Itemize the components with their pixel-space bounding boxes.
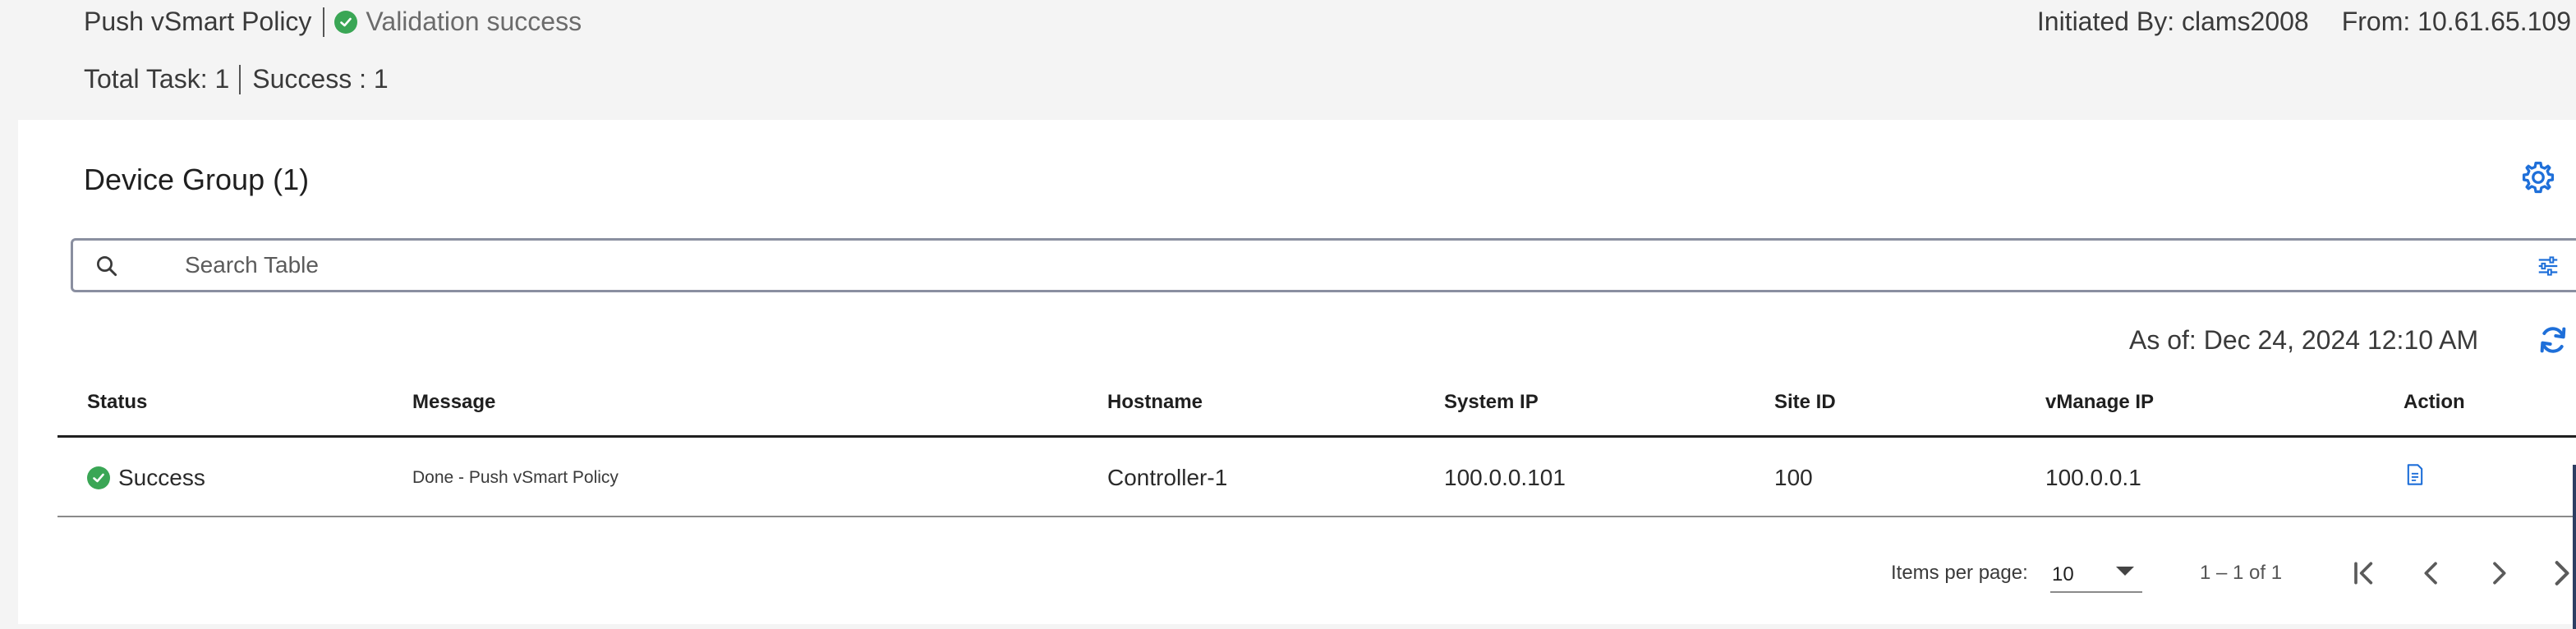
success-count: Success : 1 (252, 64, 389, 94)
validation-status: Validation success (366, 7, 582, 36)
items-per-page-label: Items per page: (1891, 562, 2028, 584)
column-header-vmanage-ip[interactable]: vManage IP (2045, 391, 2154, 414)
search-bar (71, 238, 2576, 292)
table-row-divider (58, 516, 2576, 517)
as-of-timestamp: As of: Dec 24, 2024 12:10 AM (2129, 325, 2479, 355)
filter-icon[interactable] (2536, 254, 2560, 278)
task-title: Push vSmart Policy Validation success (84, 7, 582, 37)
initiator-info: Initiated By: clams2008 From: 10.61.65.10… (2037, 7, 2571, 37)
first-page-icon[interactable] (2348, 555, 2380, 591)
vmanage-ip-cell: 100.0.0.1 (2045, 465, 2141, 490)
check-circle-icon (87, 466, 110, 489)
search-icon (97, 256, 117, 277)
document-icon[interactable] (2405, 463, 2425, 486)
column-header-message[interactable]: Message (412, 391, 495, 414)
last-page-icon[interactable] (2550, 555, 2576, 591)
check-circle-icon (334, 10, 358, 34)
system-ip-cell: 100.0.0.101 (1444, 465, 1566, 490)
column-header-hostname[interactable]: Hostname (1107, 391, 1203, 414)
gear-icon[interactable] (2520, 159, 2556, 195)
message-cell: Done - Push vSmart Policy (412, 468, 619, 487)
device-group-card: Device Group (1) As of: Dec 24, 2024 12:… (18, 120, 2576, 629)
task-totals: Total Task: 1 Success : 1 (84, 64, 389, 94)
divider (239, 64, 242, 94)
page-range: 1 – 1 of 1 (2200, 562, 2283, 584)
items-per-page-value: 10 (2052, 563, 2074, 585)
next-page-icon[interactable] (2482, 555, 2515, 591)
scrollbar[interactable] (2573, 465, 2576, 629)
previous-page-icon[interactable] (2415, 555, 2448, 591)
divider (323, 7, 325, 37)
source-ip: From: 10.61.65.109 (2341, 7, 2571, 36)
initiated-by: Initiated By: clams2008 (2036, 7, 2309, 36)
hostname-cell: Controller-1 (1107, 465, 1228, 490)
items-per-page-select[interactable]: 10 (2050, 553, 2142, 593)
site-id-cell: 100 (1774, 465, 1813, 490)
column-header-site-id[interactable]: Site ID (1774, 391, 1836, 414)
column-header-status[interactable]: Status (87, 391, 147, 414)
task-name: Push vSmart Policy (84, 7, 312, 36)
refresh-icon[interactable] (2537, 324, 2569, 356)
task-summary-bar: Push vSmart Policy Validation success In… (0, 0, 2576, 120)
table-header-divider (58, 435, 2576, 438)
column-header-action: Action (2404, 391, 2465, 413)
column-header-system-ip[interactable]: System IP (1444, 391, 1539, 414)
status-text: Success (118, 465, 205, 490)
status-cell: Success (87, 465, 205, 491)
total-task-count: Total Task: 1 (84, 64, 230, 94)
device-group-title: Device Group (1) (84, 163, 310, 196)
search-input[interactable] (185, 249, 2403, 282)
caret-down-icon (2116, 567, 2134, 576)
